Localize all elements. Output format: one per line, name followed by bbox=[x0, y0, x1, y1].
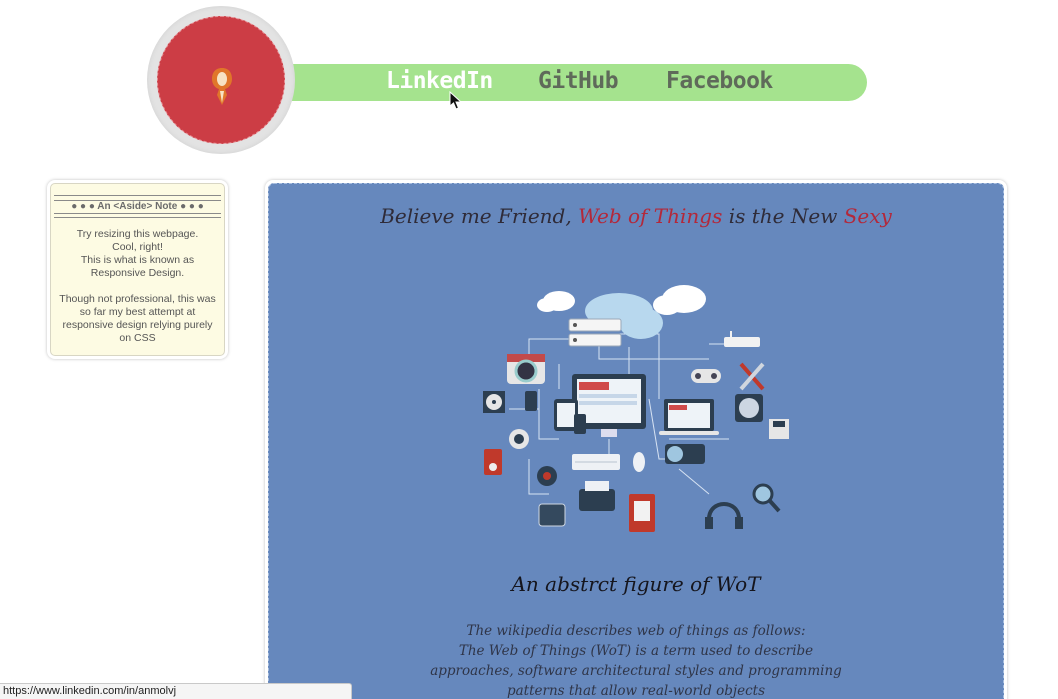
wot-figure bbox=[483, 285, 789, 532]
nav-link-facebook[interactable]: Facebook bbox=[666, 68, 773, 94]
aside-note: ● ● ● An <Aside> Note ● ● ● Try resizing… bbox=[47, 180, 228, 359]
aside-paragraph-1: Try resizing this webpage. Cool, right! … bbox=[76, 228, 199, 279]
cloud-icon bbox=[537, 285, 706, 339]
router-icon bbox=[724, 331, 760, 347]
aside-text: Try resizing this webpage. Cool, right! … bbox=[57, 228, 218, 358]
hdd-icon bbox=[484, 449, 502, 475]
laptop-icon bbox=[659, 399, 719, 435]
tools-icon bbox=[739, 362, 765, 391]
usb-icon bbox=[525, 391, 537, 411]
headline-part-1: Believe me Friend, bbox=[380, 204, 579, 228]
phone-icon bbox=[574, 414, 586, 434]
aside-title: ● ● ● An <Aside> Note ● ● ● bbox=[71, 201, 204, 212]
main-content: Believe me Friend, Web of Things is the … bbox=[265, 180, 1007, 699]
figure-caption: An abstrct figure of WoT bbox=[511, 572, 761, 596]
printer-icon bbox=[579, 481, 615, 511]
cursor-icon bbox=[449, 91, 463, 110]
status-bar-url: https://www.linkedin.com/in/anmolvj bbox=[0, 683, 352, 699]
chip-icon bbox=[538, 503, 566, 527]
webcam-icon bbox=[509, 429, 529, 449]
magnifier-icon bbox=[752, 483, 781, 513]
headphones-icon bbox=[705, 502, 743, 529]
disk-icon bbox=[537, 466, 557, 486]
nav-link-github[interactable]: GitHub bbox=[538, 68, 619, 94]
nav-bar: LinkedIn GitHub Facebook bbox=[270, 64, 867, 101]
user-tie-icon bbox=[212, 68, 232, 105]
floppy-icon bbox=[769, 419, 789, 439]
logo[interactable] bbox=[147, 6, 295, 154]
aside-divider-bottom bbox=[54, 213, 221, 218]
mouse-icon bbox=[633, 452, 645, 472]
headline-part-2: is the New bbox=[722, 204, 844, 228]
headline: Believe me Friend, Web of Things is the … bbox=[269, 204, 1003, 228]
gamepad-icon bbox=[691, 369, 721, 383]
description: The wikipedia describes web of things as… bbox=[430, 623, 842, 699]
server-icon bbox=[568, 318, 622, 347]
cd-icon bbox=[483, 391, 505, 413]
headline-highlight-2: Sexy bbox=[843, 204, 892, 228]
fan-icon bbox=[735, 394, 763, 422]
aside-note-inner: ● ● ● An <Aside> Note ● ● ● Try resizing… bbox=[50, 183, 225, 356]
main-panel: Believe me Friend, Web of Things is the … bbox=[268, 183, 1004, 699]
nav-link-linkedin[interactable]: LinkedIn bbox=[386, 68, 493, 94]
aside-paragraph-2: Though not professional, this was so far… bbox=[59, 293, 216, 344]
book-icon bbox=[629, 494, 655, 532]
logo-circle bbox=[157, 16, 285, 144]
keyboard-icon bbox=[572, 454, 620, 470]
smartwatch-icon bbox=[665, 444, 705, 464]
headline-highlight-1: Web of Things bbox=[578, 204, 723, 228]
page: LinkedIn GitHub Facebook ● ● ● An <Aside… bbox=[0, 0, 1058, 699]
camera-icon bbox=[507, 354, 545, 384]
